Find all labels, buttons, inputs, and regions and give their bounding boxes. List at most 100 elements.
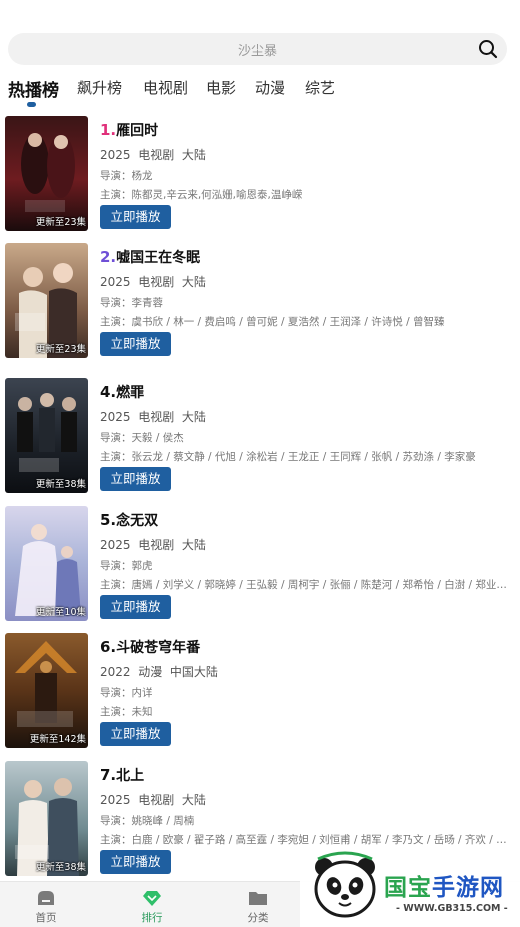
poster-image[interactable]: 更新至23集 — [5, 243, 88, 358]
episode-badge: 更新至38集 — [35, 862, 86, 873]
folder-icon — [249, 892, 267, 905]
year: 2025 — [100, 410, 131, 424]
list-item[interactable]: 更新至38集 4.燃罪 2025 电视剧 大陆 导演：天毅 / 侯杰 主演：张云… — [0, 378, 520, 496]
cast-line: 主演：虞书欣 / 林一 / 费启鸣 / 曾可妮 / 夏浩然 / 王润泽 / 许诗… — [100, 316, 445, 328]
cast-line: 主演：未知 — [100, 706, 153, 718]
item-meta: 2025 电视剧 大陆 — [100, 273, 206, 290]
home-icon — [38, 891, 54, 905]
list-item[interactable]: 更新至23集 2.嘘国王在冬眠 2025 电视剧 大陆 导演：李青蓉 主演：虞书… — [0, 243, 520, 361]
rank-number: 5. — [100, 511, 117, 529]
play-button[interactable]: 立即播放 — [100, 595, 171, 619]
category: 电视剧 — [138, 410, 175, 424]
category: 动漫 — [138, 665, 163, 679]
item-title[interactable]: 6.斗破苍穹年番 — [100, 637, 200, 657]
title-text: 斗破苍穹年番 — [116, 640, 201, 656]
site-watermark: 国宝手游网 - WWW.GB315.COM - — [300, 849, 520, 927]
tab-movie[interactable]: 电影 — [206, 77, 236, 98]
play-button[interactable]: 立即播放 — [100, 850, 171, 874]
nav-ranking-label: 排行 — [141, 912, 163, 924]
play-button[interactable]: 立即播放 — [100, 722, 171, 746]
episode-badge: 更新至142集 — [29, 734, 86, 745]
nav-ranking[interactable]: 排行 — [117, 889, 187, 925]
rank-number: 1. — [100, 121, 117, 139]
title-text: 燃罪 — [116, 385, 145, 401]
poster-image[interactable]: 更新至10集 — [5, 506, 88, 621]
play-button[interactable]: 立即播放 — [100, 332, 171, 356]
list-item[interactable]: 更新至23集 1.雁回时 2025 电视剧 大陆 导演：杨龙 主演：陈都灵,辛云… — [0, 116, 520, 234]
category: 电视剧 — [138, 538, 175, 552]
poster-image[interactable]: 更新至142集 — [5, 633, 88, 748]
director-line: 导演：天毅 / 侯杰 — [100, 432, 184, 444]
cast-line: 主演：张云龙 / 蔡文静 / 代旭 / 涂松岩 / 王龙正 / 王同辉 / 张帆… — [100, 451, 476, 463]
director-line: 导演：内详 — [100, 687, 153, 699]
episode-badge: 更新至10集 — [35, 607, 86, 618]
title-text: 北上 — [116, 768, 145, 784]
rank-number: 4. — [100, 383, 117, 401]
year: 2025 — [100, 148, 131, 162]
cast-line: 主演：白鹿 / 欧豪 / 翟子路 / 高至霆 / 李宛妲 / 刘恒甫 / 胡军 … — [100, 834, 516, 846]
watermark-url: - WWW.GB315.COM - — [396, 903, 508, 914]
region: 大陆 — [181, 793, 206, 807]
year: 2022 — [100, 665, 131, 679]
director-line: 导演：姚晓峰 / 周楠 — [100, 815, 195, 827]
tab-hot[interactable]: 热播榜 — [8, 76, 59, 101]
region: 大陆 — [181, 275, 206, 289]
tab-anime[interactable]: 动漫 — [255, 77, 285, 98]
year: 2025 — [100, 275, 131, 289]
category: 电视剧 — [138, 793, 175, 807]
tab-variety[interactable]: 综艺 — [305, 77, 335, 98]
item-meta: 2025 电视剧 大陆 — [100, 536, 206, 553]
diamond-icon — [143, 891, 161, 906]
episode-badge: 更新至23集 — [35, 217, 86, 228]
category: 电视剧 — [138, 148, 175, 162]
item-title[interactable]: 4.燃罪 — [100, 382, 144, 402]
list-item[interactable]: 更新至10集 5.念无双 2025 电视剧 大陆 导演：郭虎 主演：唐嫣 / 刘… — [0, 506, 520, 624]
director-line: 导演：郭虎 — [100, 560, 153, 572]
region: 中国大陆 — [169, 665, 218, 679]
nav-category-label: 分类 — [247, 912, 269, 924]
nav-home[interactable]: 首页 — [11, 889, 81, 925]
play-button[interactable]: 立即播放 — [100, 467, 171, 491]
rank-number: 6. — [100, 638, 117, 656]
item-title[interactable]: 1.雁回时 — [100, 120, 158, 140]
item-title[interactable]: 2.嘘国王在冬眠 — [100, 247, 200, 267]
cast-line: 主演：唐嫣 / 刘学义 / 郭晓婷 / 王弘毅 / 周柯宇 / 张俪 / 陈楚河… — [100, 579, 516, 591]
search-icon[interactable] — [478, 39, 498, 59]
tab-indicator — [27, 102, 36, 107]
tab-tv[interactable]: 电视剧 — [143, 77, 188, 98]
search-bar[interactable]: 沙尘暴 — [8, 33, 507, 65]
list-item[interactable]: 更新至142集 6.斗破苍穹年番 2022 动漫 中国大陆 导演：内详 主演：未… — [0, 633, 520, 751]
nav-category[interactable]: 分类 — [223, 889, 293, 925]
title-text: 雁回时 — [116, 123, 159, 139]
year: 2025 — [100, 538, 131, 552]
year: 2025 — [100, 793, 131, 807]
tab-rising[interactable]: 飙升榜 — [77, 77, 122, 98]
poster-image[interactable]: 更新至23集 — [5, 116, 88, 231]
watermark-brand: 国宝手游网 — [384, 875, 504, 901]
ranking-tabs: 热播榜 飙升榜 电视剧 电影 动漫 综艺 — [0, 76, 520, 106]
director-line: 导演：李青蓉 — [100, 297, 163, 309]
cast-line: 主演：陈都灵,辛云来,何泓姗,喻恩泰,温峥嵘 — [100, 189, 303, 201]
region: 大陆 — [181, 148, 206, 162]
item-meta: 2025 电视剧 大陆 — [100, 146, 206, 163]
play-button[interactable]: 立即播放 — [100, 205, 171, 229]
item-meta: 2025 电视剧 大陆 — [100, 408, 206, 425]
poster-image[interactable]: 更新至38集 — [5, 378, 88, 493]
rank-number: 7. — [100, 766, 117, 784]
item-title[interactable]: 7.北上 — [100, 765, 144, 785]
panda-logo — [314, 851, 376, 918]
rank-number: 2. — [100, 248, 117, 266]
item-meta: 2022 动漫 中国大陆 — [100, 663, 218, 680]
item-title[interactable]: 5.念无双 — [100, 510, 158, 530]
region: 大陆 — [181, 538, 206, 552]
poster-image[interactable]: 更新至38集 — [5, 761, 88, 876]
title-text: 念无双 — [116, 513, 159, 529]
category: 电视剧 — [138, 275, 175, 289]
director-line: 导演：杨龙 — [100, 170, 153, 182]
nav-home-label: 首页 — [35, 912, 57, 924]
item-meta: 2025 电视剧 大陆 — [100, 791, 206, 808]
search-placeholder: 沙尘暴 — [237, 44, 277, 59]
episode-badge: 更新至23集 — [35, 344, 86, 355]
region: 大陆 — [181, 410, 206, 424]
title-text: 嘘国王在冬眠 — [116, 250, 201, 266]
